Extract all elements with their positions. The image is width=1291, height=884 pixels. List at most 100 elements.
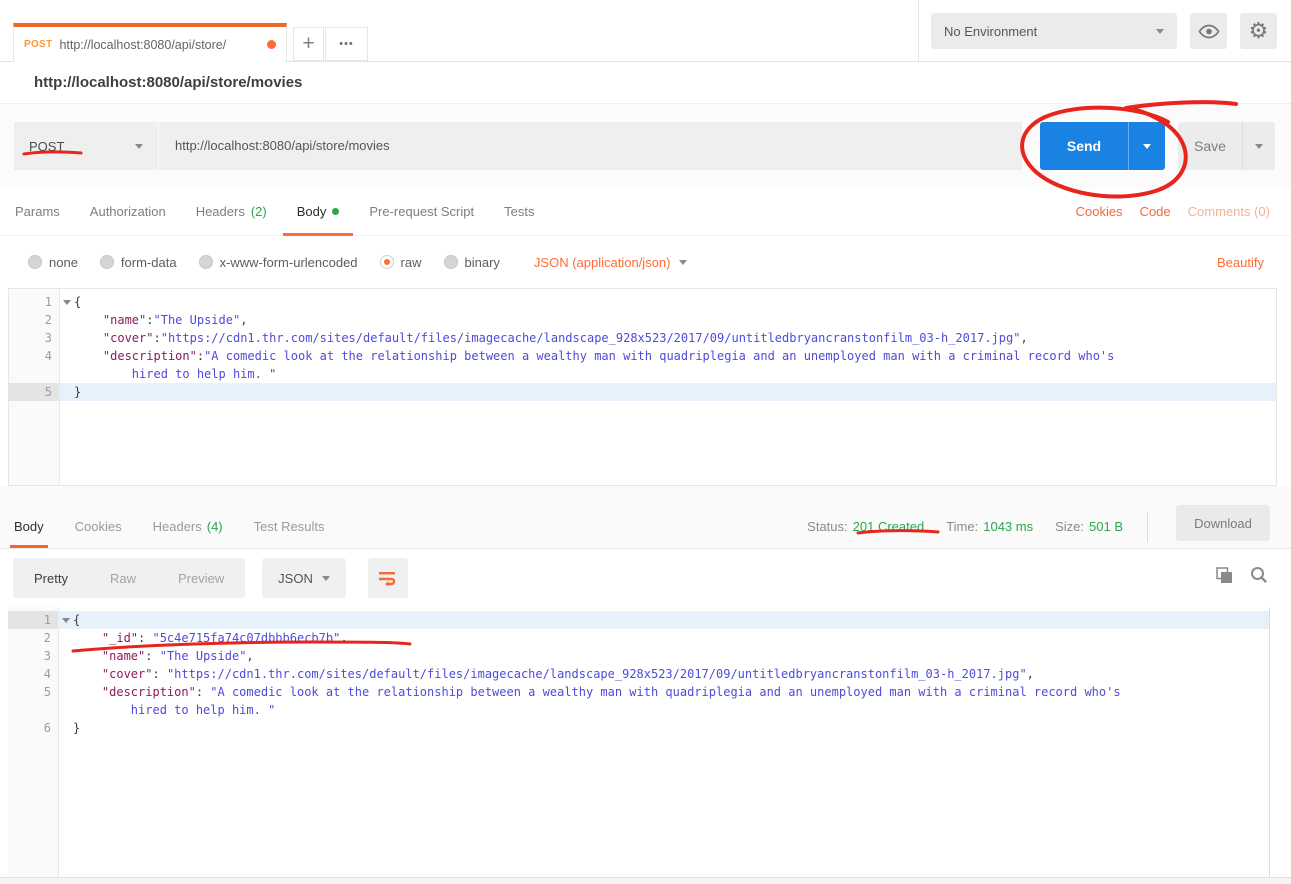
tab-params[interactable]: Params [15, 188, 60, 236]
status-label: Status: [807, 519, 847, 534]
line-number: 4 [9, 347, 59, 365]
code-line[interactable]: 2 "_id": "5c4e715fa74c07dbbb6ecb7b", [8, 629, 1269, 647]
line-number [8, 701, 58, 719]
code-line[interactable]: hired to help him. " [9, 365, 1276, 383]
environment-area: No Environment ⚙ [918, 0, 1291, 62]
code-text: "_id": "5c4e715fa74c07dbbb6ecb7b", [58, 629, 1269, 647]
response-tabs: Body Cookies Headers(4) Test Results [14, 505, 355, 548]
save-button[interactable]: Save [1178, 122, 1275, 170]
environment-value: No Environment [944, 24, 1037, 39]
chevron-down-icon [135, 144, 143, 149]
line-number: 6 [8, 719, 58, 737]
request-builder-row: POST http://localhost:8080/api/store/mov… [0, 104, 1291, 188]
tab-body[interactable]: Body [297, 188, 340, 236]
response-body-editor[interactable]: 1{2 "_id": "5c4e715fa74c07dbbb6ecb7b",3 … [8, 607, 1270, 877]
chevron-down-icon [679, 260, 687, 265]
code-line[interactable]: 5 "description": "A comedic look at the … [8, 683, 1269, 701]
tab-tests[interactable]: Tests [504, 188, 534, 236]
send-button[interactable]: Send [1040, 122, 1165, 170]
code-line[interactable]: 1{ [9, 293, 1276, 311]
response-tab-test-results[interactable]: Test Results [254, 505, 325, 548]
line-number: 5 [9, 383, 59, 401]
line-number: 3 [8, 647, 58, 665]
radio-icon [28, 255, 42, 269]
size-value: 501 B [1089, 519, 1123, 534]
fold-caret-icon[interactable] [63, 300, 71, 305]
code-link[interactable]: Code [1140, 204, 1171, 219]
request-tabs-row: Params Authorization Headers(2) Body Pre… [0, 188, 1291, 236]
copy-button[interactable] [1216, 566, 1233, 584]
response-tab-headers[interactable]: Headers(4) [153, 505, 223, 548]
response-tab-body[interactable]: Body [14, 505, 44, 548]
send-options-caret[interactable] [1128, 122, 1165, 170]
request-url-title: http://localhost:8080/api/store/movies [34, 74, 302, 91]
code-line[interactable]: 3 "name": "The Upside", [8, 647, 1269, 665]
response-format-selector[interactable]: JSON [262, 558, 346, 598]
code-line[interactable]: 1{ [8, 611, 1269, 629]
response-headers-count: (4) [207, 519, 223, 534]
comments-link[interactable]: Comments (0) [1188, 204, 1270, 219]
radio-icon [100, 255, 114, 269]
search-icon [1250, 566, 1268, 584]
radio-icon [199, 255, 213, 269]
code-line[interactable]: 6} [8, 719, 1269, 737]
radio-icon [444, 255, 458, 269]
settings-button[interactable]: ⚙ [1240, 13, 1277, 49]
code-line[interactable]: 4 "description":"A comedic look at the r… [9, 347, 1276, 365]
code-text: "cover":"https://cdn1.thr.com/sites/defa… [59, 329, 1276, 347]
method-selector[interactable]: POST [14, 122, 158, 170]
more-tabs-button[interactable]: ••• [325, 27, 368, 61]
chevron-down-icon [1156, 29, 1164, 34]
method-value: POST [29, 139, 64, 154]
download-button[interactable]: Download [1176, 505, 1270, 541]
line-number: 4 [8, 665, 58, 683]
code-line[interactable]: 5} [9, 383, 1276, 401]
body-type-row: none form-data x-www-form-urlencoded raw… [0, 236, 1291, 288]
view-preview[interactable]: Preview [157, 571, 245, 586]
body-type-x-www-form-urlencoded[interactable]: x-www-form-urlencoded [199, 255, 358, 270]
cookies-link[interactable]: Cookies [1076, 204, 1123, 219]
code-line[interactable]: 2 "name":"The Upside", [9, 311, 1276, 329]
tab-method-badge: POST [24, 39, 52, 50]
body-type-form-data[interactable]: form-data [100, 255, 177, 270]
response-tab-cookies[interactable]: Cookies [75, 505, 122, 548]
gear-icon: ⚙ [1249, 20, 1269, 42]
view-pretty[interactable]: Pretty [13, 571, 89, 586]
fold-caret-icon[interactable] [62, 618, 70, 623]
code-text: "cover": "https://cdn1.thr.com/sites/def… [58, 665, 1269, 683]
request-tab[interactable]: POST http://localhost:8080/api/store/ [13, 23, 287, 62]
code-text: hired to help him. " [58, 701, 1269, 719]
body-type-raw[interactable]: raw [380, 255, 422, 270]
code-line[interactable]: 3 "cover":"https://cdn1.thr.com/sites/de… [9, 329, 1276, 347]
code-text: } [58, 719, 1269, 737]
code-line[interactable]: 4 "cover": "https://cdn1.thr.com/sites/d… [8, 665, 1269, 683]
bottom-bar [0, 877, 1291, 884]
chevron-down-icon [322, 576, 330, 581]
content-type-selector[interactable]: JSON (application/json) [534, 255, 688, 270]
copy-icon [1216, 567, 1233, 584]
tab-pre-request-script[interactable]: Pre-request Script [369, 188, 474, 236]
radio-selected-icon [380, 255, 394, 269]
size-label: Size: [1055, 519, 1084, 534]
body-type-none[interactable]: none [28, 255, 78, 270]
beautify-link[interactable]: Beautify [1217, 255, 1264, 270]
response-header-band: Body Cookies Headers(4) Test Results Sta… [0, 486, 1291, 549]
code-line[interactable]: hired to help him. " [8, 701, 1269, 719]
tab-headers[interactable]: Headers(2) [196, 188, 267, 236]
url-input[interactable]: http://localhost:8080/api/store/movies [159, 122, 1022, 170]
environment-selector[interactable]: No Environment [931, 13, 1177, 49]
body-type-binary[interactable]: binary [444, 255, 500, 270]
view-raw[interactable]: Raw [89, 571, 157, 586]
response-tool-icons [1216, 566, 1268, 584]
search-button[interactable] [1250, 566, 1268, 584]
tab-authorization[interactable]: Authorization [90, 188, 166, 236]
body-present-dot-icon [332, 208, 339, 215]
wrap-lines-button[interactable] [368, 558, 408, 598]
line-number: 1 [8, 611, 58, 629]
environment-quick-look-button[interactable] [1190, 13, 1227, 49]
save-options-caret[interactable] [1242, 122, 1275, 170]
save-label: Save [1178, 122, 1242, 170]
new-tab-button[interactable]: + [293, 27, 324, 61]
request-body-editor[interactable]: 1{2 "name":"The Upside",3 "cover":"https… [8, 288, 1277, 486]
chevron-down-icon [1255, 144, 1263, 149]
